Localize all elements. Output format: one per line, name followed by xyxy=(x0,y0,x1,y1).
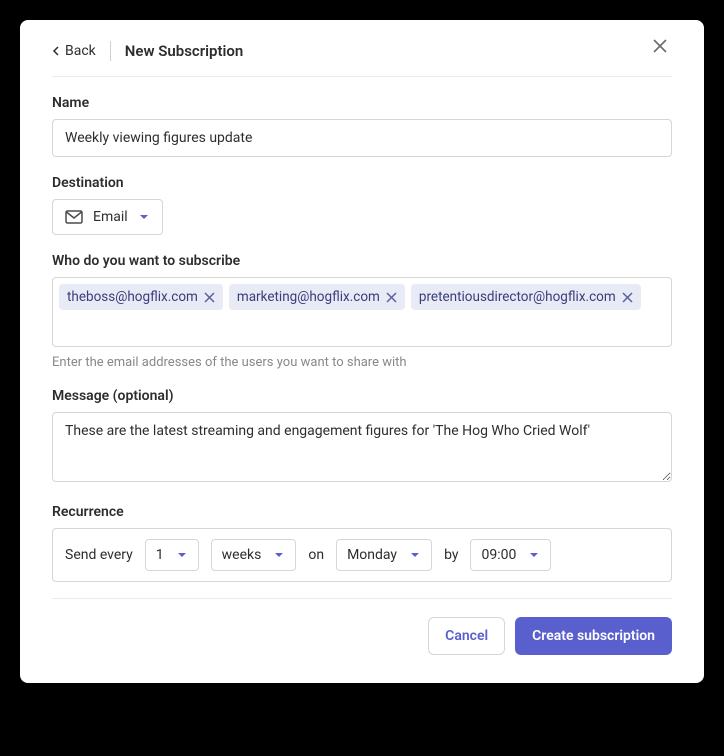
close-button[interactable] xyxy=(648,34,672,62)
on-label: on xyxy=(308,547,324,563)
chevron-down-icon xyxy=(138,212,150,222)
modal-footer: Cancel Create subscription xyxy=(52,598,672,655)
close-icon xyxy=(652,38,668,54)
recurrence-count-value: 1 xyxy=(156,547,164,563)
chevron-left-icon xyxy=(52,45,61,57)
close-icon xyxy=(622,292,633,303)
message-label: Message (optional) xyxy=(52,388,672,404)
message-input[interactable] xyxy=(52,412,672,482)
subscribe-helper: Enter the email addresses of the users y… xyxy=(52,355,672,370)
recurrence-day-select[interactable]: Monday xyxy=(336,539,432,571)
name-field: Name xyxy=(52,95,672,157)
cancel-button[interactable]: Cancel xyxy=(428,617,505,655)
recurrence-unit-value: weeks xyxy=(222,547,262,563)
chip-text: pretentiousdirector@hogflix.com xyxy=(419,289,616,305)
name-label: Name xyxy=(52,95,672,111)
recurrence-time-value: 09:00 xyxy=(481,547,516,563)
page-title: New Subscription xyxy=(125,42,244,60)
destination-field: Destination Email xyxy=(52,175,672,235)
subscribe-input[interactable]: theboss@hogflix.com marketing@hogflix.co… xyxy=(52,277,672,347)
subscription-modal: Back New Subscription Name Destination E… xyxy=(20,20,704,683)
recurrence-unit-select[interactable]: weeks xyxy=(211,539,297,571)
chip-text: theboss@hogflix.com xyxy=(67,289,198,305)
destination-value: Email xyxy=(93,209,128,225)
recurrence-field: Recurrence Send every 1 weeks on Monday … xyxy=(52,504,672,582)
chevron-down-icon xyxy=(176,550,188,560)
name-input[interactable] xyxy=(52,119,672,157)
send-every-label: Send every xyxy=(65,547,133,563)
chip-remove-button[interactable] xyxy=(386,292,397,303)
back-button[interactable]: Back xyxy=(52,43,96,59)
recurrence-label: Recurrence xyxy=(52,504,672,520)
destination-label: Destination xyxy=(52,175,672,191)
destination-select[interactable]: Email xyxy=(52,199,163,235)
email-chip: pretentiousdirector@hogflix.com xyxy=(411,284,641,310)
recurrence-day-value: Monday xyxy=(347,547,397,563)
chip-text: marketing@hogflix.com xyxy=(237,289,380,305)
close-icon xyxy=(386,292,397,303)
back-label: Back xyxy=(65,43,96,59)
recurrence-box: Send every 1 weeks on Monday by 09:00 xyxy=(52,528,672,582)
recurrence-time-select[interactable]: 09:00 xyxy=(470,539,551,571)
by-label: by xyxy=(444,547,458,563)
create-subscription-button[interactable]: Create subscription xyxy=(515,617,672,655)
chevron-down-icon xyxy=(528,550,540,560)
subscribe-label: Who do you want to subscribe xyxy=(52,253,672,269)
email-chip: marketing@hogflix.com xyxy=(229,284,405,310)
modal-header: Back New Subscription xyxy=(52,40,672,77)
chip-remove-button[interactable] xyxy=(204,292,215,303)
message-field: Message (optional) xyxy=(52,388,672,486)
subscribe-field: Who do you want to subscribe theboss@hog… xyxy=(52,253,672,370)
email-icon xyxy=(65,210,83,224)
header-divider xyxy=(110,41,111,61)
header-left: Back New Subscription xyxy=(52,41,243,61)
chevron-down-icon xyxy=(409,550,421,560)
chevron-down-icon xyxy=(273,550,285,560)
close-icon xyxy=(204,292,215,303)
recurrence-count-select[interactable]: 1 xyxy=(145,539,199,571)
chip-remove-button[interactable] xyxy=(622,292,633,303)
email-chip: theboss@hogflix.com xyxy=(59,284,223,310)
